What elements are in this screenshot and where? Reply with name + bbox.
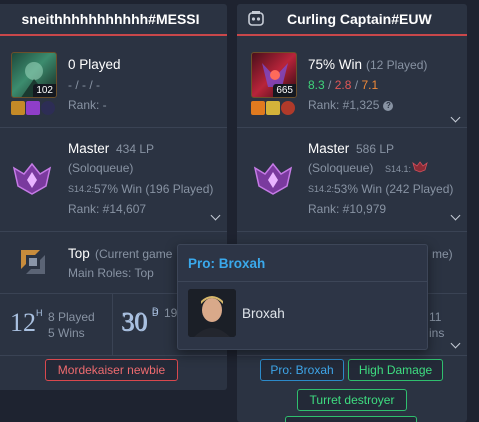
rank-lp: 586 LP (356, 142, 395, 156)
champion-rank-value: Rank: #1,325 (308, 98, 380, 112)
chevron-down-icon[interactable] (450, 210, 461, 221)
champion-rank: Rank: - (68, 98, 107, 112)
rune-icon (41, 101, 55, 115)
champion-winrate: 75% Win (308, 57, 363, 72)
summoner-spell-icon (26, 101, 40, 115)
season-label: S14.2: (308, 184, 335, 194)
champion-section: 665 75% Win (12 Played) 8.3 / 2.8 / 7.1 … (237, 40, 467, 128)
tooltip-title: Pro: Broxah (178, 245, 427, 282)
ladder-rank: Rank: #14,607 (68, 202, 147, 216)
stat-number: 12 (10, 308, 36, 337)
stat-wins: ins (429, 326, 445, 340)
rank-lp: 434 LP (116, 142, 155, 156)
season-label: S14.2: (68, 184, 95, 194)
stat-number: 30 (121, 307, 147, 336)
kda-deaths: 2.8 (334, 78, 352, 92)
stat-wins: 5 Wins (48, 326, 85, 340)
ranked-section: Master 586 LP (Soloqueue) S14.1: S14.2: … (237, 128, 467, 232)
summoner-spell-icon (11, 101, 25, 115)
master-emblem-icon (253, 162, 293, 195)
queue-type: (Soloqueue) (68, 161, 134, 175)
player-name[interactable]: sneithhhhhhhhhhh#MESSI (0, 4, 227, 36)
summoner-spell-icon (266, 101, 280, 115)
chevron-down-icon[interactable] (450, 338, 461, 349)
tag-pro-broxah[interactable]: Pro: Broxah (260, 359, 344, 381)
rank-tier: Master (68, 141, 110, 156)
pro-avatar-image (188, 289, 236, 337)
season-winrate: 57% Win (196 Played) (94, 182, 214, 196)
summoner-spell-icon (251, 101, 265, 115)
role-current: me) (432, 247, 453, 261)
tag-turret-destroyer[interactable]: Turret destroyer (297, 389, 407, 411)
previous-season-label: S14.1: (385, 164, 412, 174)
previous-season-emblem-icon (412, 161, 428, 173)
games-played: 0 Played (68, 57, 121, 72)
champion-played: (12 Played) (366, 58, 428, 72)
top-role-icon (21, 250, 45, 274)
kda-kills: 8.3 (308, 78, 325, 92)
kda-assists: 7.1 (361, 78, 379, 92)
stat-played: 8 Played (48, 310, 95, 324)
stat-unit: D (152, 306, 159, 316)
stat-played: 11 (429, 310, 442, 324)
role-current: (Current game (95, 247, 173, 261)
rank-tier: Master (308, 141, 350, 156)
divider (112, 294, 113, 355)
team-icon (248, 11, 264, 26)
tag-mordekaiser-newbie[interactable]: Mordekaiser newbie (45, 359, 178, 381)
season-winrate: 53% Win (242 Played) (334, 182, 454, 196)
stat-played: 19 (164, 306, 178, 320)
chevron-down-icon[interactable] (450, 112, 461, 123)
stat-unit: H (36, 308, 43, 318)
player-name[interactable]: Curling Captain#EUW (287, 11, 432, 27)
champion-icon: 102 (11, 52, 57, 98)
queue-type: (Soloqueue) (308, 161, 374, 175)
champion-level: 665 (273, 84, 296, 97)
champion-level: 102 (33, 84, 56, 97)
pro-name[interactable]: Broxah (242, 306, 285, 321)
tag-partial[interactable] (285, 416, 417, 422)
ranked-section: Master 434 LP (Soloqueue) S14.2: 57% Win… (0, 128, 227, 232)
main-roles: Main Roles: Top (68, 266, 154, 280)
chevron-down-icon[interactable] (210, 210, 221, 221)
champion-icon: 665 (251, 52, 297, 98)
pro-avatar (188, 289, 236, 337)
champion-rank: Rank: #1,325? (308, 98, 394, 112)
role-title: Top (68, 246, 90, 261)
rune-icon (281, 101, 295, 115)
card-header: Curling Captain#EUW (237, 4, 467, 36)
champion-section: 102 0 Played - / - / - Rank: - (0, 40, 227, 128)
kda-separator: / (328, 78, 332, 92)
kda-separator: / (354, 78, 359, 92)
ladder-rank: Rank: #10,979 (308, 202, 387, 216)
master-emblem-icon (12, 162, 52, 195)
pro-player-tooltip: Pro: Broxah Broxah (177, 244, 428, 350)
player-card-right: Curling Captain#EUW 665 75% Win (12 Play… (237, 4, 467, 422)
tag-high-damage[interactable]: High Damage (348, 359, 443, 381)
help-icon[interactable]: ? (383, 100, 394, 111)
kda: 8.3 / 2.8 / 7.1 (308, 78, 378, 92)
kda: - / - / - (68, 78, 100, 92)
